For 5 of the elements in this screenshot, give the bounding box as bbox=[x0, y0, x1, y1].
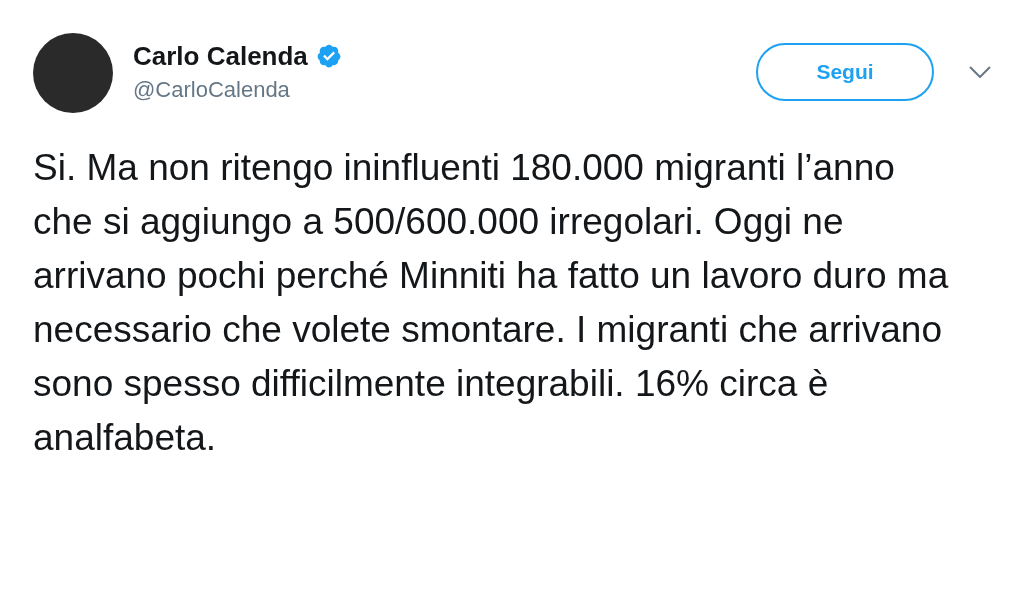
author-name[interactable]: Carlo Calenda bbox=[133, 40, 308, 72]
follow-button[interactable]: Segui bbox=[756, 43, 934, 101]
chevron-down-icon[interactable] bbox=[969, 66, 991, 78]
tweet-text: Si. Ma non ritengo ininfluenti 180.000 migranti l’anno che si aggiungo a 500/600.000 irregolari. Oggi ne arrivano pochi perché Minniti ha fatto un lavoro duro ma necessario che volete smontare. I migranti che arrivano sono spesso difficilmente integrabili. 16% circa è analfabeta. bbox=[33, 146, 950, 460]
author-handle[interactable]: @CarloCalenda bbox=[133, 75, 342, 105]
